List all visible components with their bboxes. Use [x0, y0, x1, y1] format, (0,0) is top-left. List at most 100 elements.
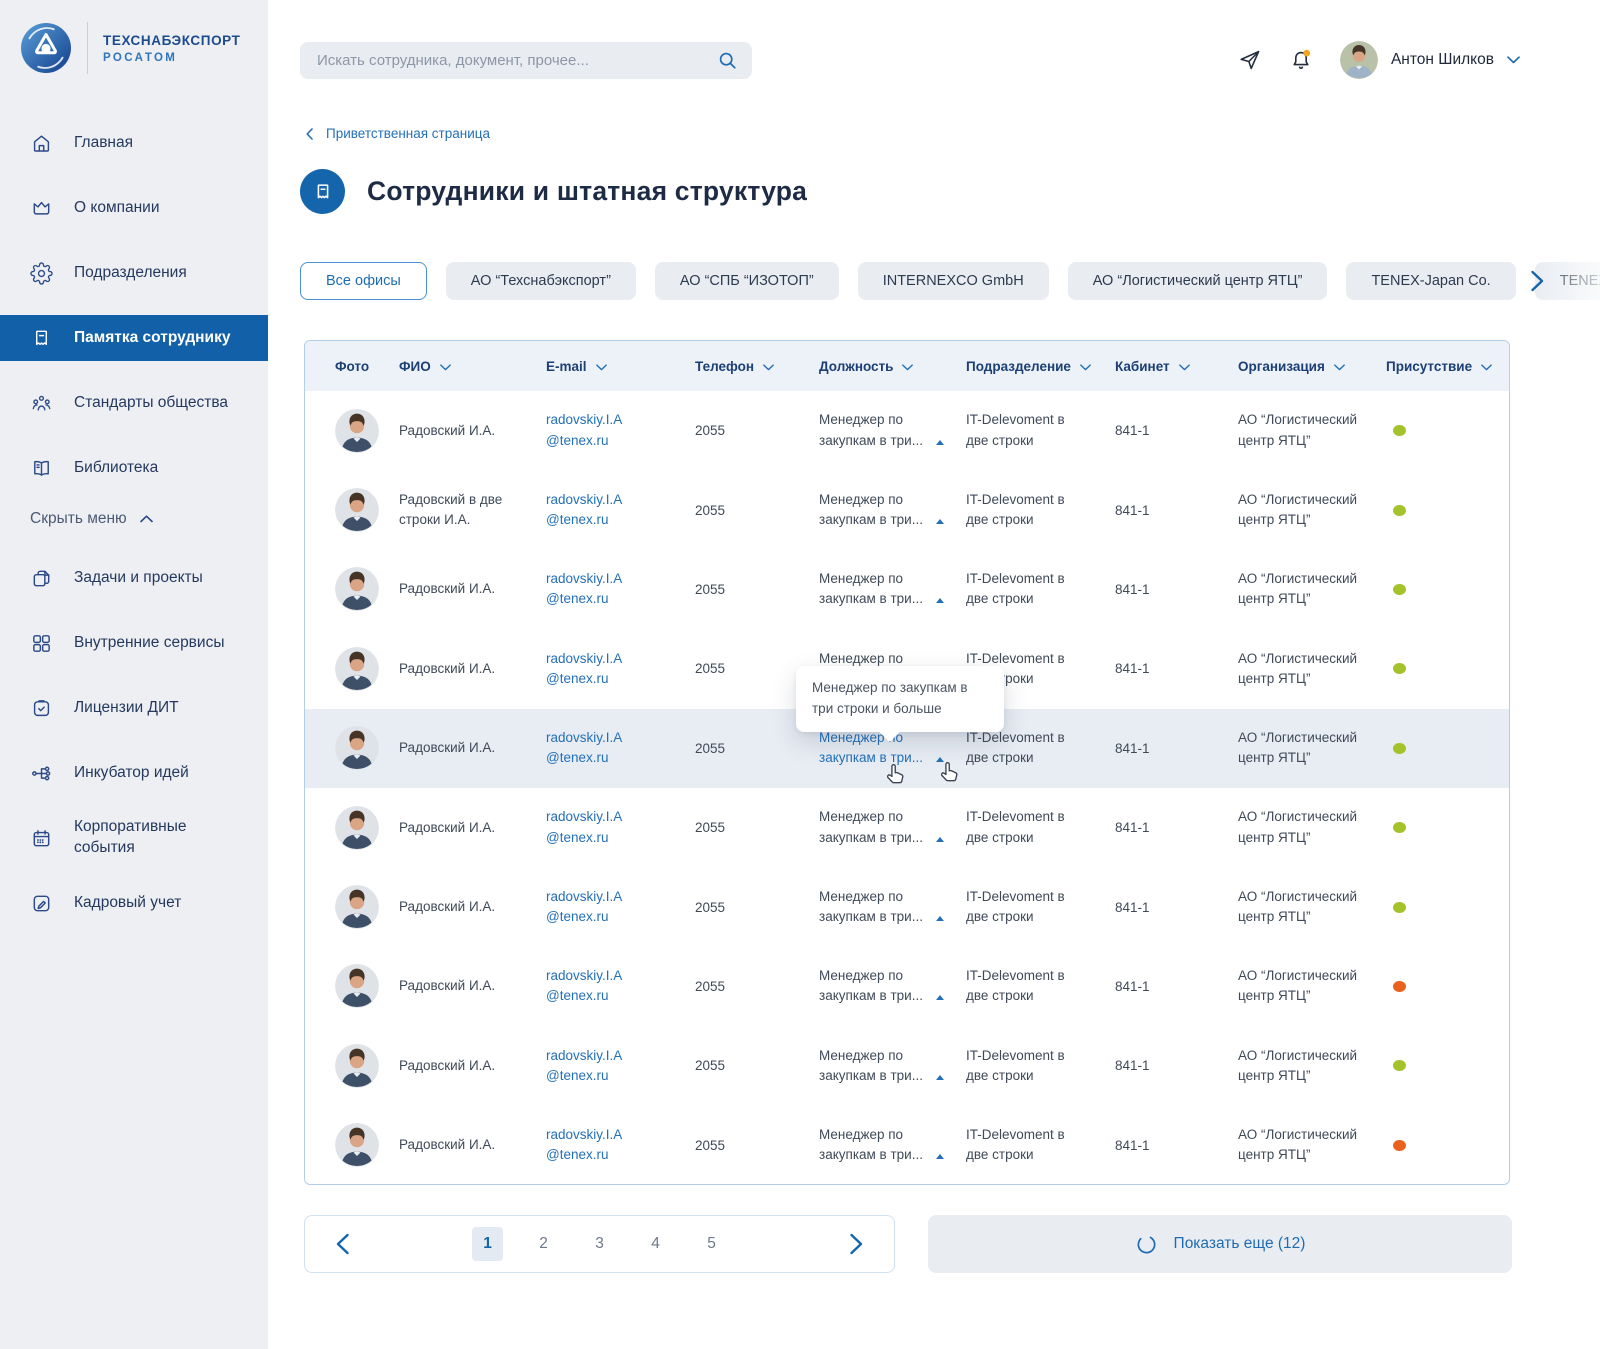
employee-position-link[interactable]: Менеджер позакупкам в три... [819, 807, 966, 848]
pagination-next-icon[interactable] [849, 1233, 864, 1255]
employee-position-link[interactable]: Менеджер позакупкам в три... [819, 490, 966, 531]
presence-status-dot [1393, 663, 1406, 674]
memo-icon [30, 327, 53, 350]
events-icon [30, 827, 53, 850]
table-row-10[interactable]: Радовский И.А.radovskiy.I.A@tenex.ru2055… [305, 1106, 1509, 1185]
table-row-3[interactable]: Радовский И.А.radovskiy.I.A@tenex.ru2055… [305, 550, 1509, 629]
sidebar-item-standards[interactable]: Стандарты общества [0, 380, 268, 426]
show-more-button[interactable]: Показать еще (12) [928, 1215, 1512, 1273]
sidebar-item-tasks[interactable]: Задачи и проекты [0, 555, 268, 601]
sidebar-item-services[interactable]: Внутренние сервисы [0, 620, 268, 666]
sidebar-item-licenses[interactable]: Лицензии ДИТ [0, 685, 268, 731]
chevron-down-icon [1507, 56, 1520, 64]
employee-name: Радовский И.А. [399, 1135, 546, 1155]
sort-chevron-icon [1334, 359, 1345, 374]
employee-phone: 2055 [695, 1138, 819, 1153]
column-label: Фото [335, 359, 369, 374]
filter-chip-4[interactable]: АО “Логистический центр ЯТЦ” [1068, 262, 1328, 300]
column-header-name[interactable]: ФИО [399, 359, 546, 374]
column-header-room[interactable]: Кабинет [1115, 359, 1238, 374]
pagination-page-3[interactable]: 3 [584, 1227, 615, 1261]
expand-caret-icon[interactable] [936, 519, 944, 524]
hide-menu-label: Скрыть меню [30, 510, 127, 528]
home-icon [30, 132, 53, 155]
search-input[interactable] [317, 52, 717, 69]
column-header-department[interactable]: Подразделение [966, 359, 1115, 374]
employee-email-link[interactable]: radovskiy.I.A@tenex.ru [546, 649, 695, 690]
employee-email-link[interactable]: radovskiy.I.A@tenex.ru [546, 569, 695, 610]
table-row-1[interactable]: Радовский И.А.radovskiy.I.A@tenex.ru2055… [305, 391, 1509, 470]
column-header-photo: Фото [335, 359, 399, 374]
employee-room: 841-1 [1115, 1058, 1238, 1073]
sidebar-item-events[interactable]: Корпоративные события [0, 815, 268, 861]
column-header-organization[interactable]: Организация [1238, 359, 1386, 374]
expand-caret-icon[interactable] [936, 598, 944, 603]
sidebar-item-library[interactable]: Библиотека [0, 445, 268, 491]
send-icon[interactable] [1238, 48, 1262, 72]
user-menu[interactable]: Антон Шилков [1340, 41, 1520, 79]
filter-chip-3[interactable]: INTERNEXCO GmbH [858, 262, 1049, 300]
employee-department: IT-Delevoment вдве строки [966, 807, 1115, 848]
sidebar-item-hr[interactable]: Кадровый учет [0, 880, 268, 926]
sidebar: ТЕХСНАБЭКСПОРТ РОСАТОМ Главная О компании… [0, 0, 268, 1349]
employee-email-link[interactable]: radovskiy.I.A@tenex.ru [546, 410, 695, 451]
hide-menu-button[interactable]: Скрыть меню [0, 510, 268, 528]
expand-caret-icon[interactable] [936, 1075, 944, 1080]
sidebar-item-company[interactable]: О компании [0, 185, 268, 231]
column-header-presence[interactable]: Присутствие [1386, 359, 1509, 374]
expand-caret-icon[interactable] [936, 916, 944, 921]
employee-position-link[interactable]: Менеджер позакупкам в три... [819, 569, 966, 610]
employee-email-link[interactable]: radovskiy.I.A@tenex.ru [546, 966, 695, 1007]
table-row-7[interactable]: Радовский И.А.radovskiy.I.A@tenex.ru2055… [305, 867, 1509, 946]
table-row-8[interactable]: Радовский И.А.radovskiy.I.A@tenex.ru2055… [305, 947, 1509, 1026]
notifications-bell-icon[interactable] [1289, 48, 1313, 72]
search-icon[interactable] [717, 50, 738, 71]
breadcrumb[interactable]: Приветственная страница [306, 126, 490, 141]
pagination-page-5[interactable]: 5 [696, 1227, 727, 1261]
employee-department: IT-Delevoment вдве строки [966, 1046, 1115, 1087]
sidebar-item-memo[interactable]: Памятка сотруднику [0, 315, 268, 361]
table-row-9[interactable]: Радовский И.А.radovskiy.I.A@tenex.ru2055… [305, 1026, 1509, 1105]
expand-caret-icon[interactable] [936, 995, 944, 1000]
employee-email-link[interactable]: radovskiy.I.A@tenex.ru [546, 1125, 695, 1166]
filter-chip-0[interactable]: Все офисы [300, 262, 427, 300]
employee-position-link[interactable]: Менеджер позакупкам в три... [819, 887, 966, 928]
pagination-page-2[interactable]: 2 [528, 1227, 559, 1261]
table-row-2[interactable]: Радовский в двестроки И.А.radovskiy.I.A@… [305, 470, 1509, 549]
employee-department: IT-Delevoment вдве строки [966, 410, 1115, 451]
employee-phone: 2055 [695, 979, 819, 994]
employee-email-link[interactable]: radovskiy.I.A@tenex.ru [546, 728, 695, 769]
column-header-email[interactable]: E-mail [546, 359, 695, 374]
employee-position-link[interactable]: Менеджер позакупкам в три... [819, 1125, 966, 1166]
pagination-prev-icon[interactable] [335, 1233, 350, 1255]
employee-email-link[interactable]: radovskiy.I.A@tenex.ru [546, 490, 695, 531]
employee-email-link[interactable]: radovskiy.I.A@tenex.ru [546, 807, 695, 848]
page-title: Сотрудники и штатная структура [367, 176, 807, 207]
sidebar-item-label: Корпоративные события [74, 817, 246, 859]
employee-email-link[interactable]: radovskiy.I.A@tenex.ru [546, 887, 695, 928]
employee-photo [335, 1044, 379, 1088]
sidebar-item-departments[interactable]: Подразделения [0, 250, 268, 296]
pagination-page-4[interactable]: 4 [640, 1227, 671, 1261]
employee-position-link[interactable]: Менеджер позакупкам в три... [819, 966, 966, 1007]
global-search[interactable] [300, 42, 752, 79]
expand-caret-icon[interactable] [936, 440, 944, 445]
filter-chip-2[interactable]: АО “СПБ “ИЗОТОП” [655, 262, 839, 300]
sidebar-item-label: Кадровый учет [74, 893, 181, 914]
chips-scroll-right-icon[interactable] [1530, 270, 1545, 297]
sidebar-item-incubator[interactable]: Инкубатор идей [0, 750, 268, 796]
filter-chip-5[interactable]: TENEX-Japan Co. [1346, 262, 1515, 300]
column-header-position[interactable]: Должность [819, 359, 966, 374]
logo[interactable]: ТЕХСНАБЭКСПОРТ РОСАТОМ [0, 0, 268, 74]
sort-chevron-icon [596, 359, 607, 374]
column-header-phone[interactable]: Телефон [695, 359, 819, 374]
employee-email-link[interactable]: radovskiy.I.A@tenex.ru [546, 1046, 695, 1087]
sidebar-item-home[interactable]: Главная [0, 120, 268, 166]
employee-position-link[interactable]: Менеджер позакупкам в три... [819, 1046, 966, 1087]
employee-position-link[interactable]: Менеджер позакупкам в три... [819, 410, 966, 451]
filter-chip-1[interactable]: АО “Техснабэкспорт” [446, 262, 636, 300]
pagination-page-1[interactable]: 1 [472, 1227, 503, 1261]
expand-caret-icon[interactable] [936, 837, 944, 842]
expand-caret-icon[interactable] [936, 1154, 944, 1159]
table-row-6[interactable]: Радовский И.А.radovskiy.I.A@tenex.ru2055… [305, 788, 1509, 867]
